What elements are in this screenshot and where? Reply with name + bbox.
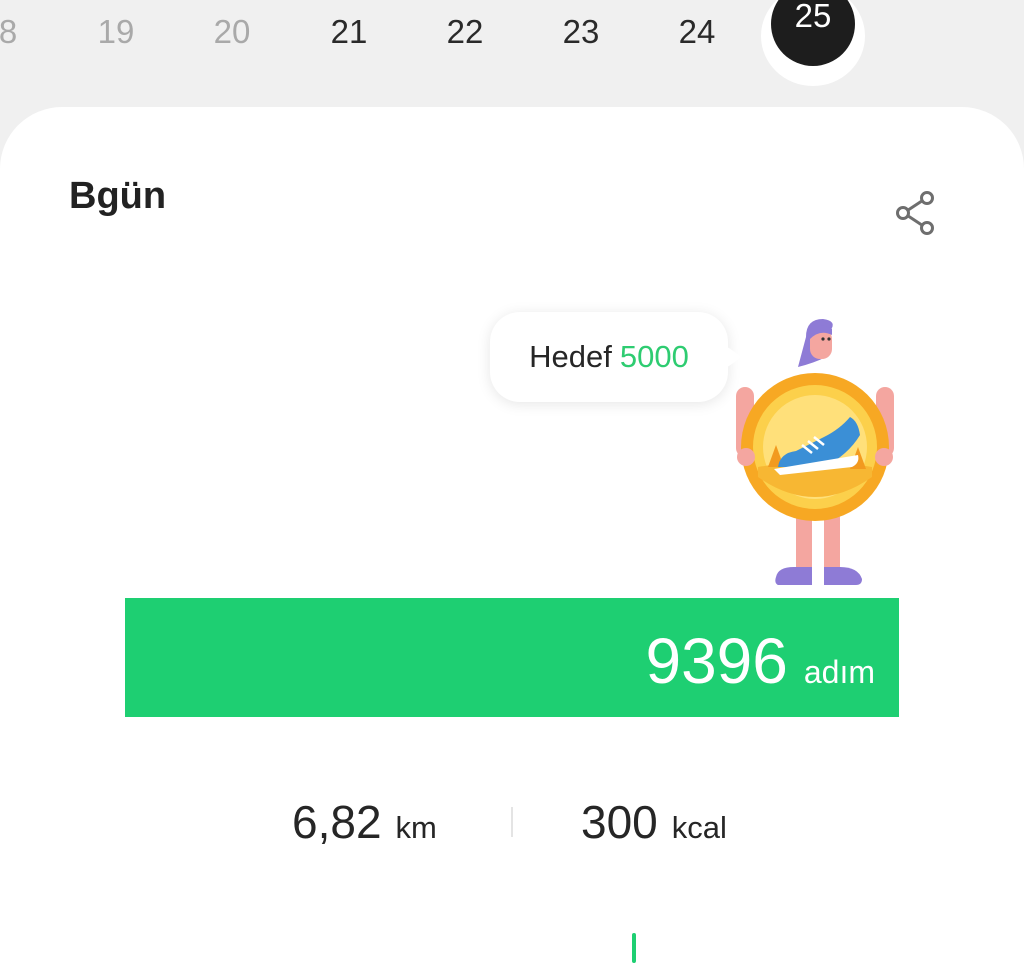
card-title: Bgün <box>69 175 167 217</box>
share-icon <box>896 191 934 235</box>
goal-bubble: Hedef 5000 <box>490 312 742 402</box>
day-24[interactable]: 24 <box>662 8 732 56</box>
goal-label: Hedef <box>529 339 612 374</box>
day-23[interactable]: 23 <box>546 8 616 56</box>
distance-stat: 6,82 km <box>292 795 437 849</box>
date-strip: 8 19 20 21 22 23 24 25 <box>0 0 1024 100</box>
stats-row: 6,82 km 300 kcal <box>0 795 1024 865</box>
day-22[interactable]: 22 <box>430 8 500 56</box>
calories-stat: 300 kcal <box>581 795 727 849</box>
day-19[interactable]: 19 <box>81 8 151 56</box>
selected-day-label: 25 <box>794 0 832 34</box>
daily-steps-card: Bgün Hedef 5000 9396 adım 6,82 km 300 kc… <box>0 107 1024 967</box>
chart-tick <box>632 933 636 963</box>
step-readout: 9396 adım <box>645 624 875 698</box>
step-unit: adım <box>803 654 875 690</box>
goal-value: 5000 <box>619 339 689 374</box>
step-progress-bar: 9396 adım <box>125 598 899 717</box>
distance-value: 6,82 <box>292 796 382 848</box>
day-20[interactable]: 20 <box>197 8 267 56</box>
stats-divider <box>511 807 513 837</box>
share-button[interactable] <box>890 187 942 239</box>
calories-value: 300 <box>581 796 658 848</box>
day-8[interactable]: 8 <box>0 8 43 56</box>
goal-badge-illustration <box>736 319 894 585</box>
day-21[interactable]: 21 <box>314 8 384 56</box>
calories-unit: kcal <box>671 810 727 845</box>
step-count: 9396 <box>645 625 788 697</box>
distance-unit: km <box>395 810 437 845</box>
